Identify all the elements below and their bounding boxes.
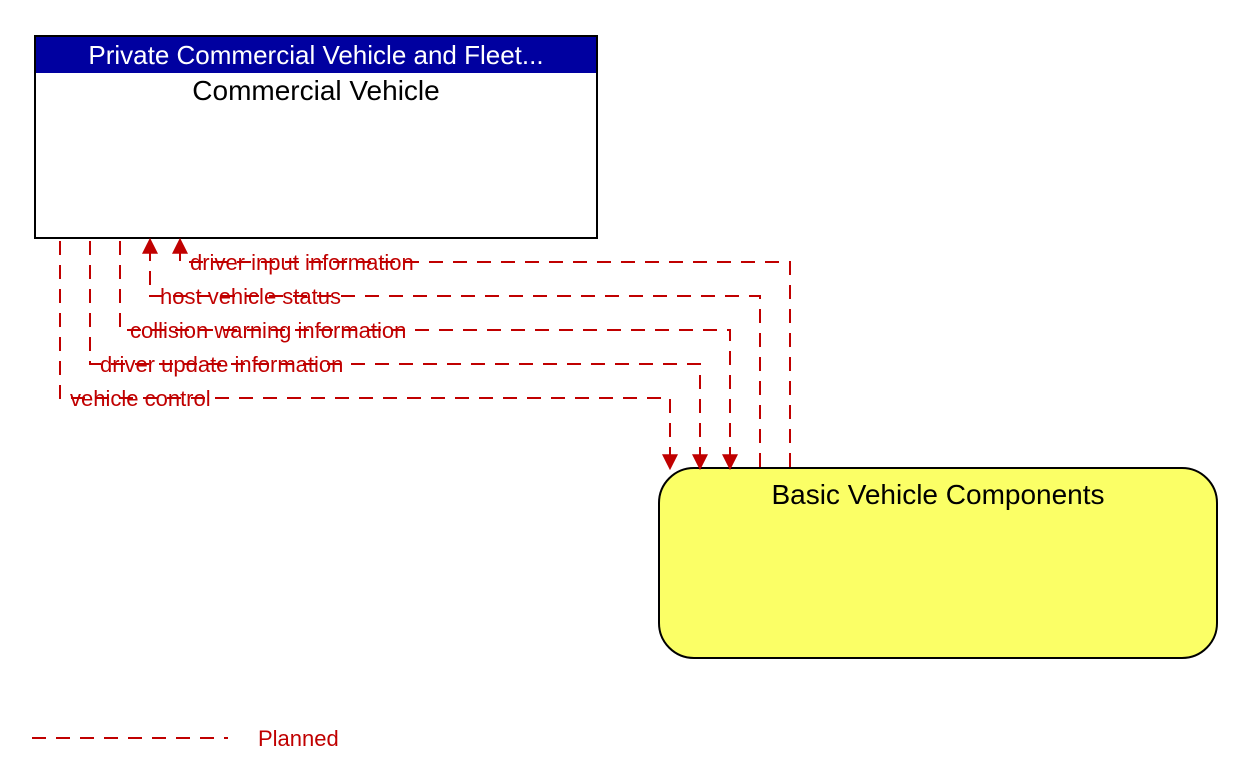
basic-vehicle-components-box: Basic Vehicle Components [658,467,1218,659]
diagram-stage: Private Commercial Vehicle and Fleet... … [0,0,1252,778]
commercial-vehicle-header: Private Commercial Vehicle and Fleet... [36,37,596,73]
flow-label-driver-input: driver input information [190,250,414,276]
basic-vehicle-components-title: Basic Vehicle Components [771,479,1104,510]
flow-label-host-vehicle-status: host vehicle status [160,284,341,310]
flow-label-driver-update: driver update information [100,352,343,378]
commercial-vehicle-box: Private Commercial Vehicle and Fleet... … [34,35,598,239]
commercial-vehicle-body: Commercial Vehicle [36,73,596,107]
flow-label-collision-warning: collision warning information [130,318,406,344]
legend-label: Planned [258,726,339,752]
flow-label-vehicle-control: vehicle control [70,386,211,412]
